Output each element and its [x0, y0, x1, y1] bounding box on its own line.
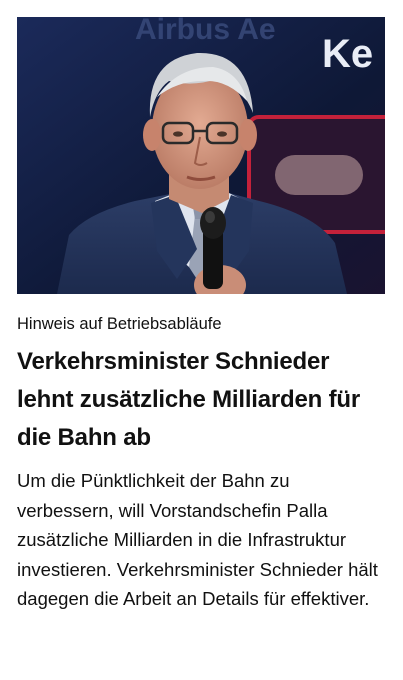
article-headline[interactable]: Verkehrsminister Schnieder lehnt zusätzl… — [17, 343, 387, 457]
article-teaser-card[interactable]: Airbus Ae Ke Hinweis auf Betriebsabläufe… — [0, 0, 403, 680]
article-teaser-text: Um die Pünktlichkeit der Bahn zu verbess… — [17, 470, 378, 609]
article-photo[interactable]: Airbus Ae Ke — [17, 17, 385, 294]
svg-text:Airbus Ae: Airbus Ae — [135, 17, 276, 46]
svg-text:Ke: Ke — [322, 32, 373, 76]
article-kicker: Hinweis auf Betriebsabläufe — [17, 315, 222, 333]
portrait-photo-icon: Airbus Ae Ke — [17, 17, 385, 294]
